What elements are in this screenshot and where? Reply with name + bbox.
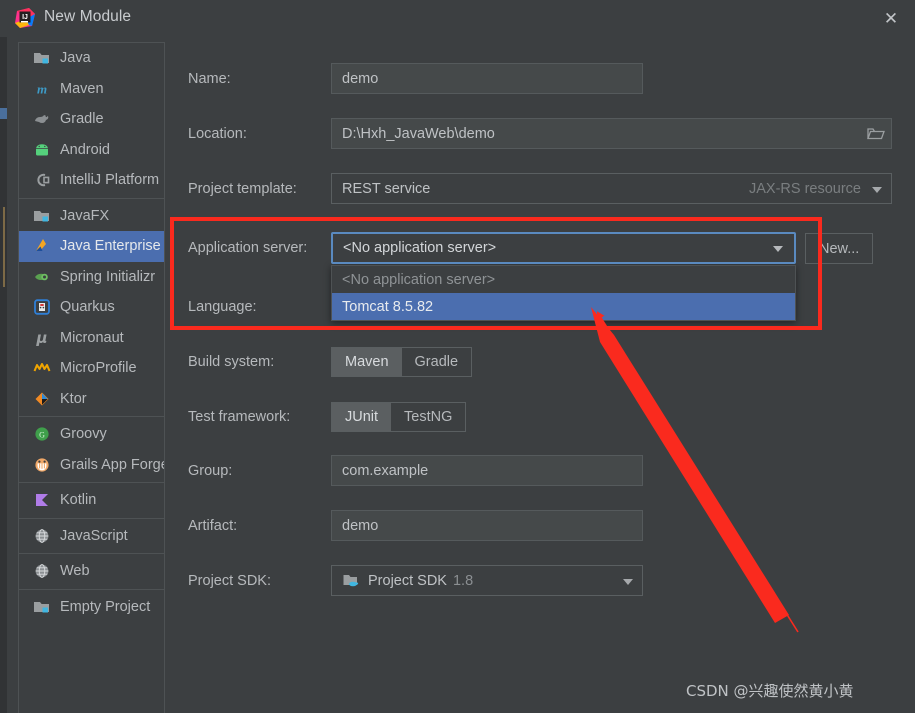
chevron-down-icon — [872, 186, 882, 193]
project-sdk-version: 1.8 — [452, 572, 474, 589]
artifact-label: Artifact: — [188, 518, 238, 534]
project-sdk-value: Project SDK — [368, 572, 447, 589]
group-input[interactable]: com.example — [331, 455, 643, 486]
name-label: Name: — [188, 71, 231, 87]
chevron-down-icon — [623, 578, 633, 585]
folder-browse-icon[interactable] — [867, 126, 885, 141]
application-server-label: Application server: — [188, 240, 308, 256]
new-application-server-button[interactable]: New... — [805, 233, 874, 264]
application-server-option-1[interactable]: Tomcat 8.5.82 — [332, 293, 795, 320]
application-server-option-0[interactable]: <No application server> — [332, 266, 795, 293]
group-label: Group: — [188, 463, 233, 479]
build-system-option-gradle[interactable]: Gradle — [402, 348, 472, 376]
test-framework-label: Test framework: — [188, 409, 291, 425]
project-template-value: REST service — [342, 180, 431, 197]
language-label: Language: — [188, 299, 257, 315]
test-framework-option-testng[interactable]: TestNG — [391, 403, 465, 431]
application-server-dropdown-list[interactable]: <No application server> Tomcat 8.5.82 — [331, 265, 796, 321]
application-server-combo[interactable]: <No application server> — [331, 232, 796, 264]
project-sdk-combo[interactable]: Project SDK 1.8 — [331, 565, 643, 596]
artifact-input[interactable]: demo — [331, 510, 643, 541]
sdk-folder-java-icon — [343, 573, 360, 588]
test-framework-segmented-control[interactable]: JUnit TestNG — [331, 402, 467, 432]
module-settings-form: Name: demo Location: D:\Hxh_JavaWeb\demo… — [0, 0, 915, 713]
chevron-down-icon — [773, 246, 783, 252]
test-framework-option-junit[interactable]: JUnit — [332, 403, 392, 431]
application-server-value: <No application server> — [343, 240, 497, 256]
build-system-option-maven[interactable]: Maven — [332, 348, 402, 376]
build-system-segmented-control[interactable]: Maven Gradle — [331, 347, 473, 377]
new-button-label: New... — [819, 240, 860, 257]
build-system-label: Build system: — [188, 354, 275, 370]
project-sdk-label: Project SDK: — [188, 573, 271, 589]
name-input[interactable]: demo — [331, 63, 643, 94]
location-value: D:\Hxh_JavaWeb\demo — [342, 125, 495, 142]
new-module-dialog: IJ New Module ✕ Java m Maven Gradle Androi… — [0, 0, 915, 713]
project-template-label: Project template: — [188, 181, 297, 197]
csdn-watermark: CSDN @兴趣使然黄小黄 — [686, 682, 854, 700]
location-input[interactable]: D:\Hxh_JavaWeb\demo — [331, 118, 892, 149]
project-template-hint: JAX-RS resource — [748, 180, 861, 197]
project-template-combo[interactable]: REST service JAX-RS resource — [331, 173, 892, 204]
location-label: Location: — [188, 126, 247, 142]
